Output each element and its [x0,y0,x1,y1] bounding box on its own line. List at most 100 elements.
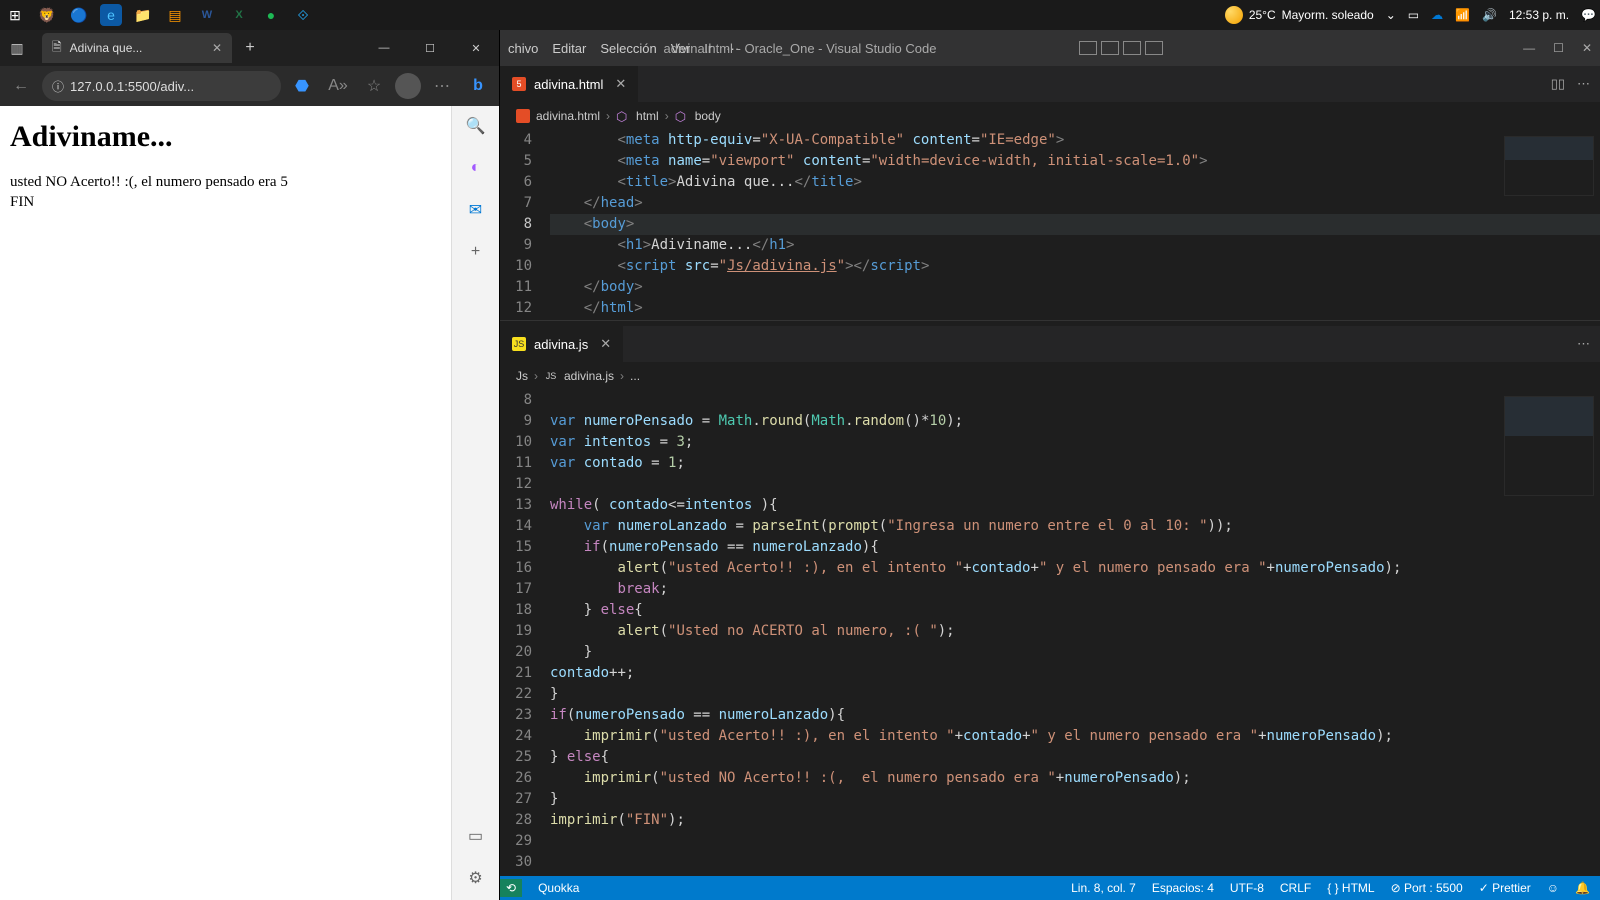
vscode-window: chivoEditarSelecciónVerIr··· adivina.htm… [500,30,1600,900]
notifications-icon[interactable]: 💬 [1581,8,1596,22]
encoding-status[interactable]: UTF-8 [1230,881,1264,895]
breadcrumb-2[interactable]: Js › JS adivina.js › ... [500,362,1600,390]
browser-tab[interactable]: 🗎 Adivina que... ✕ [42,33,232,63]
minimize-button[interactable]: — [1523,41,1535,55]
page-icon: 🗎 [52,38,62,59]
url-text: 127.0.0.1:5500/adiv... [70,79,194,94]
more-icon[interactable]: ⋯ [1577,336,1590,352]
favorite-icon[interactable]: ☆ [359,71,389,101]
cursor-position[interactable]: Lin. 8, col. 7 [1071,881,1136,895]
read-aloud-icon[interactable]: A» [323,71,353,101]
html-icon: 5 [512,77,526,91]
sublime-icon[interactable]: ▤ [164,4,186,26]
url-input[interactable]: ⓘ 127.0.0.1:5500/adiv... [42,71,281,101]
excel-icon[interactable]: X [228,4,250,26]
close-button[interactable]: ✕ [1582,41,1592,55]
maximize-button[interactable]: ☐ [1553,41,1564,55]
prettier-status[interactable]: ✓ Prettier [1479,881,1531,895]
explorer-icon[interactable]: 📁 [132,4,154,26]
settings-icon[interactable]: ⚙ [464,866,488,890]
liveserver-status[interactable]: ⊘ Port : 5500 [1391,881,1463,895]
vscode-titlebar: chivoEditarSelecciónVerIr··· adivina.htm… [500,30,1600,66]
address-bar: ← ⓘ 127.0.0.1:5500/adiv... ⬣ A» ☆ ⋯ b [0,66,499,106]
eol-status[interactable]: CRLF [1280,881,1311,895]
editor-tab-html[interactable]: 5 adivina.html ✕ [500,66,639,102]
profile-avatar[interactable] [395,73,421,99]
element-icon: ⬡ [675,109,689,123]
windows-taskbar: ⊞ 🦁 🔵 e 📁 ▤ W X ● ⟐ 25°C Mayorm. soleado… [0,0,1600,30]
edge-icon[interactable]: e [100,4,122,26]
tab-label: adivina.html [534,77,603,92]
chrome-icon[interactable]: 🔵 [68,4,90,26]
new-tab-button[interactable]: + [236,34,264,62]
back-button[interactable]: ← [6,71,36,101]
tray-icon[interactable]: ▭ [1408,8,1419,22]
taskbar-tray: 25°C Mayorm. soleado ⌄ ▭ ☁ 📶 🔊 12:53 p. … [1225,6,1596,24]
page-content: Adiviname... usted NO Acerto!! :(, el nu… [0,106,451,900]
bell-icon[interactable]: 🔔 [1575,881,1590,895]
vscode-icon[interactable]: ⟐ [292,4,314,26]
editor-tabbar-2: JS adivina.js ✕ ⋯ [500,326,1600,362]
close-button[interactable]: ✕ [453,30,499,66]
tab-label: adivina.js [534,337,588,352]
remote-icon[interactable]: ⟲ [500,879,522,897]
js-icon: JS [544,369,558,383]
menu-item[interactable]: Selección [600,41,656,56]
close-icon[interactable]: ✕ [212,41,222,55]
breadcrumb-1[interactable]: adivina.html › ⬡ html › ⬡ body [500,102,1600,130]
page-text-1: usted NO Acerto!! :(, el numero pensado … [10,172,441,192]
taskbar-apps: ⊞ 🦁 🔵 e 📁 ▤ W X ● ⟐ [4,4,314,26]
bing-icon[interactable]: b [463,71,493,101]
editor-pane-js[interactable]: 8910111213141516171819202122232425262728… [500,390,1600,876]
menu-item[interactable]: Editar [552,41,586,56]
close-icon[interactable]: ✕ [600,336,611,352]
chevron-icon[interactable]: ⌄ [1386,8,1396,22]
js-icon: JS [512,337,526,351]
html-icon [516,109,530,123]
more-icon[interactable]: ⋯ [1577,76,1590,92]
editor-tab-js[interactable]: JS adivina.js ✕ [500,326,624,362]
clock[interactable]: 12:53 p. m. [1509,8,1569,22]
close-icon[interactable]: ✕ [615,76,626,92]
split-icon[interactable]: ▯▯ [1551,76,1565,92]
menu-item[interactable]: chivo [508,41,538,56]
minimap[interactable] [1504,136,1594,196]
vertical-tabs-icon[interactable]: ▥ [0,33,34,63]
brave-icon[interactable]: 🦁 [36,4,58,26]
panel-icon[interactable]: ▭ [464,824,488,848]
page-heading: Adiviname... [10,120,441,154]
spotify-icon[interactable]: ● [260,4,282,26]
start-icon[interactable]: ⊞ [4,4,26,26]
weather-temp: 25°C [1249,8,1276,22]
plus-icon[interactable]: + [464,240,488,264]
volume-icon[interactable]: 🔊 [1482,8,1497,22]
minimap[interactable] [1504,396,1594,496]
weather-desc: Mayorm. soleado [1282,8,1374,22]
edge-browser-window: ▥ 🗎 Adivina que... ✕ + — ☐ ✕ ← ⓘ 127.0.0… [0,30,500,900]
sun-icon [1225,6,1243,24]
tab-title: Adivina que... [70,41,143,55]
outlook-icon[interactable]: ✉ [464,198,488,222]
menu-icon[interactable]: ⋯ [427,71,457,101]
status-bar: ⟲ Quokka Lin. 8, col. 7 Espacios: 4 UTF-… [500,876,1600,900]
discover-icon[interactable]: ◐ [464,156,488,180]
element-icon: ⬡ [616,109,630,123]
search-icon[interactable]: 🔍 [464,114,488,138]
tag-icon[interactable]: ⬣ [287,71,317,101]
language-status[interactable]: { } HTML [1327,881,1374,895]
layout-icons[interactable] [1079,41,1163,55]
onedrive-icon[interactable]: ☁ [1431,8,1443,22]
editor-pane-html[interactable]: 456789101112 <meta http-equiv="X-UA-Comp… [500,130,1600,320]
feedback-icon[interactable]: ☺ [1547,881,1559,895]
browser-titlebar: ▥ 🗎 Adivina que... ✕ + — ☐ ✕ [0,30,499,66]
minimize-button[interactable]: — [361,30,407,66]
indent-status[interactable]: Espacios: 4 [1152,881,1214,895]
word-icon[interactable]: W [196,4,218,26]
quokka-status[interactable]: Quokka [538,881,579,895]
editor-tabbar-1: 5 adivina.html ✕ ▯▯ ⋯ [500,66,1600,102]
wifi-icon[interactable]: 📶 [1455,8,1470,22]
vscode-title: adivina.html - Oracle_One - Visual Studi… [664,41,937,56]
edge-sidebar: 🔍 ◐ ✉ + ▭ ⚙ [451,106,499,900]
weather-widget[interactable]: 25°C Mayorm. soleado [1225,6,1374,24]
maximize-button[interactable]: ☐ [407,30,453,66]
